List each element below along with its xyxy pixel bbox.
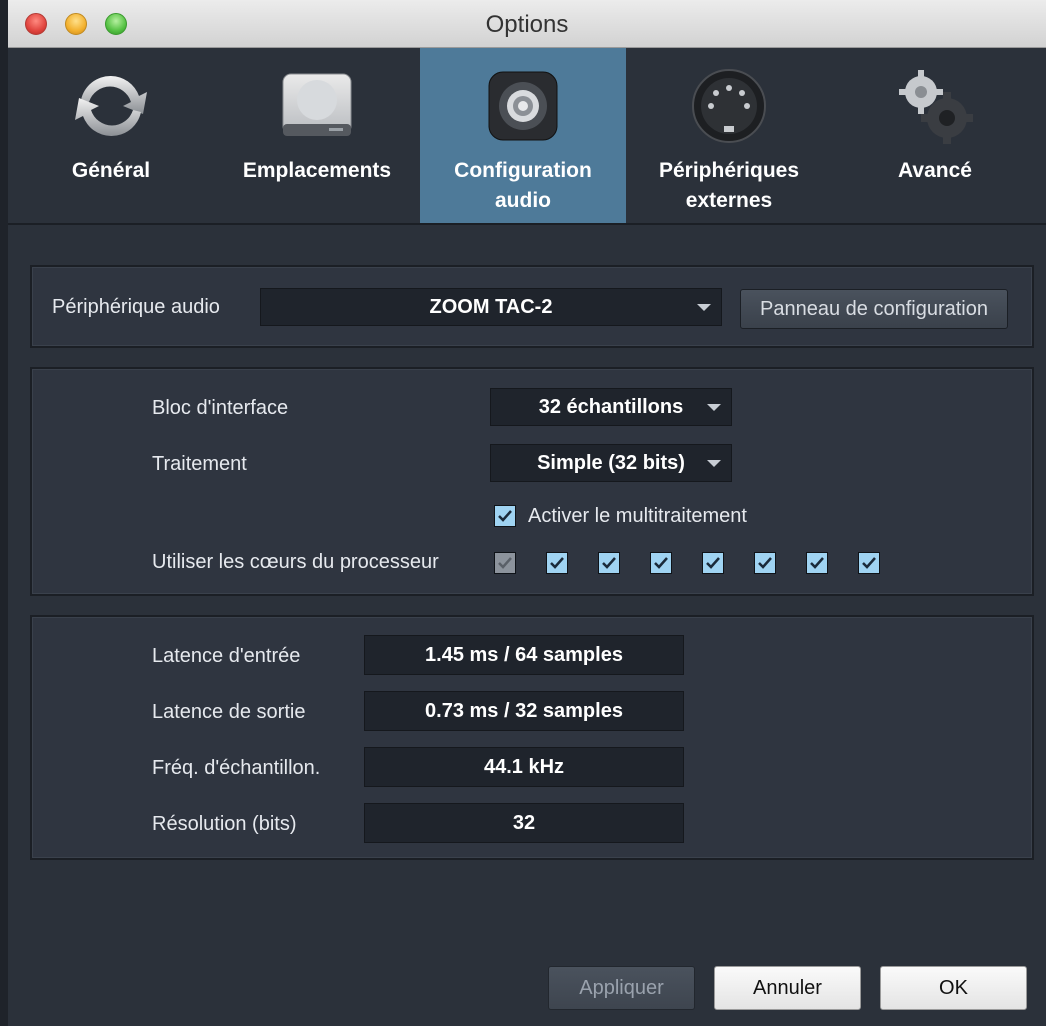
title-bar: Options [8, 0, 1046, 48]
sample-rate-label: Fréq. d'échantillon. [152, 757, 321, 779]
options-tab-bar: Général Emplacements Configuration audio [8, 48, 1046, 223]
latency-panel: Latence d'entrée 1.45 ms / 64 samples La… [30, 615, 1034, 860]
window-title: Options [485, 11, 569, 38]
tab-configuration-audio-label: Configuration audio [454, 159, 592, 212]
buffer-size-value: 32 échantillons [538, 396, 684, 418]
checkmark-icon [550, 557, 564, 569]
chevron-down-icon [707, 404, 721, 411]
resolution-value: 32 [364, 803, 684, 843]
buffer-size-label: Bloc d'interface [152, 397, 289, 419]
chevron-down-icon [707, 460, 721, 467]
tab-emplacements[interactable]: Emplacements [214, 48, 420, 223]
resolution-label: Résolution (bits) [152, 813, 297, 835]
refresh-icon [75, 75, 147, 137]
checkmark-icon [706, 557, 720, 569]
input-latency-label: Latence d'entrée [152, 645, 301, 667]
tab-general[interactable]: Général [8, 48, 214, 223]
output-latency-value: 0.73 ms / 32 samples [364, 691, 684, 731]
tab-avance-label: Avancé [898, 159, 972, 182]
gears-icon [899, 70, 973, 144]
configuration-panel-button[interactable]: Panneau de configuration [740, 289, 1008, 329]
cpu-core-1-checkbox [494, 552, 516, 574]
processing-label: Traitement [152, 453, 247, 475]
multiprocessing-label: Activer le multitraitement [528, 505, 747, 527]
ok-button[interactable]: OK [880, 966, 1027, 1010]
checkmark-icon [498, 557, 512, 569]
checkmark-icon [602, 557, 616, 569]
processing-value: Simple (32 bits) [537, 452, 685, 474]
drive-icon [282, 73, 352, 136]
cpu-core-3-checkbox[interactable] [598, 552, 620, 574]
cpu-core-2-checkbox[interactable] [546, 552, 568, 574]
cpu-core-7-checkbox[interactable] [806, 552, 828, 574]
sample-rate-value: 44.1 kHz [364, 747, 684, 787]
processing-panel: Bloc d'interface 32 échantillons Traitem… [30, 367, 1034, 596]
checkmark-icon [810, 557, 824, 569]
tab-peripheriques-externes-label: Périphériques externes [658, 159, 800, 212]
tab-configuration-audio[interactable]: Configuration audio [420, 48, 626, 223]
input-latency-value: 1.45 ms / 64 samples [364, 635, 684, 675]
checkmark-icon [758, 557, 772, 569]
audio-device-label: Périphérique audio [52, 296, 220, 318]
buffer-size-dropdown[interactable]: 32 échantillons [490, 388, 732, 426]
tab-avance[interactable]: Avancé [832, 48, 1038, 223]
tab-emplacements-label: Emplacements [242, 159, 392, 182]
cancel-button[interactable]: Annuler [714, 966, 861, 1010]
processing-dropdown[interactable]: Simple (32 bits) [490, 444, 732, 482]
cpu-core-5-checkbox[interactable] [702, 552, 724, 574]
audio-device-dropdown[interactable]: ZOOM TAC-2 [260, 288, 722, 326]
apply-button[interactable]: Appliquer [548, 966, 695, 1010]
cpu-core-4-checkbox[interactable] [650, 552, 672, 574]
checkmark-icon [498, 510, 512, 522]
tab-general-label: Général [71, 159, 151, 182]
cpu-cores-label: Utiliser les cœurs du processeur [152, 551, 439, 573]
options-window: Options Général Emplacements Configurati… [8, 0, 1046, 1026]
multiprocessing-checkbox[interactable] [494, 505, 516, 527]
cpu-core-6-checkbox[interactable] [754, 552, 776, 574]
tab-peripheriques-externes[interactable]: Périphériques externes [626, 48, 832, 223]
checkmark-icon [654, 557, 668, 569]
cpu-core-8-checkbox[interactable] [858, 552, 880, 574]
speaker-icon [488, 71, 558, 141]
audio-device-value: ZOOM TAC-2 [429, 296, 553, 318]
audio-device-panel: Périphérique audio ZOOM TAC-2 Panneau de… [30, 265, 1034, 348]
tab-separator [8, 223, 1046, 225]
midi-connector-icon [692, 69, 766, 143]
checkmark-icon [862, 557, 876, 569]
output-latency-label: Latence de sortie [152, 701, 306, 723]
chevron-down-icon [697, 304, 711, 311]
